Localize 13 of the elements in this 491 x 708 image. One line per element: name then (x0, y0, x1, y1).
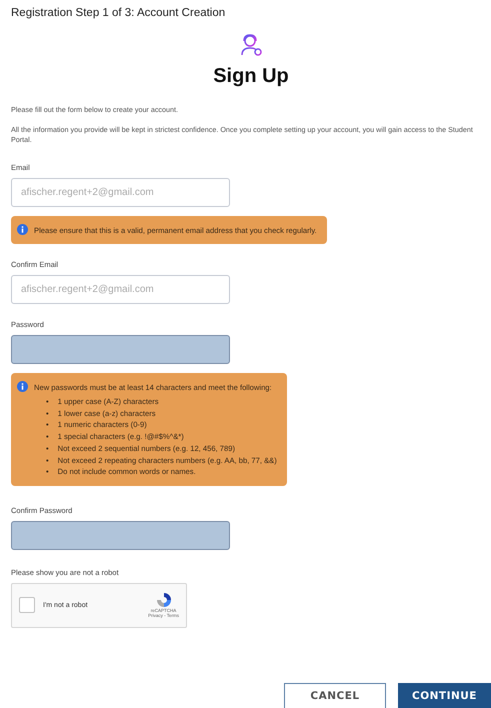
cancel-button[interactable]: CANCEL (284, 683, 386, 708)
input-field[interactable]: afischer.regent+2@gmail.com (11, 178, 230, 207)
input-field[interactable]: afischer.regent+2@gmail.com (11, 275, 230, 304)
continue-button[interactable]: CONTINUE (398, 683, 491, 708)
page-title: Registration Step 1 of 3: Account Creation (11, 7, 226, 19)
heading: Sign Up (213, 65, 289, 88)
captcha-checkbox[interactable] (19, 597, 35, 614)
password-field[interactable] (11, 520, 230, 550)
recaptcha-icon (156, 592, 172, 608)
info-icon (17, 224, 28, 235)
info-icon (17, 381, 28, 392)
user-icon (240, 33, 262, 57)
password-field[interactable] (11, 335, 230, 364)
